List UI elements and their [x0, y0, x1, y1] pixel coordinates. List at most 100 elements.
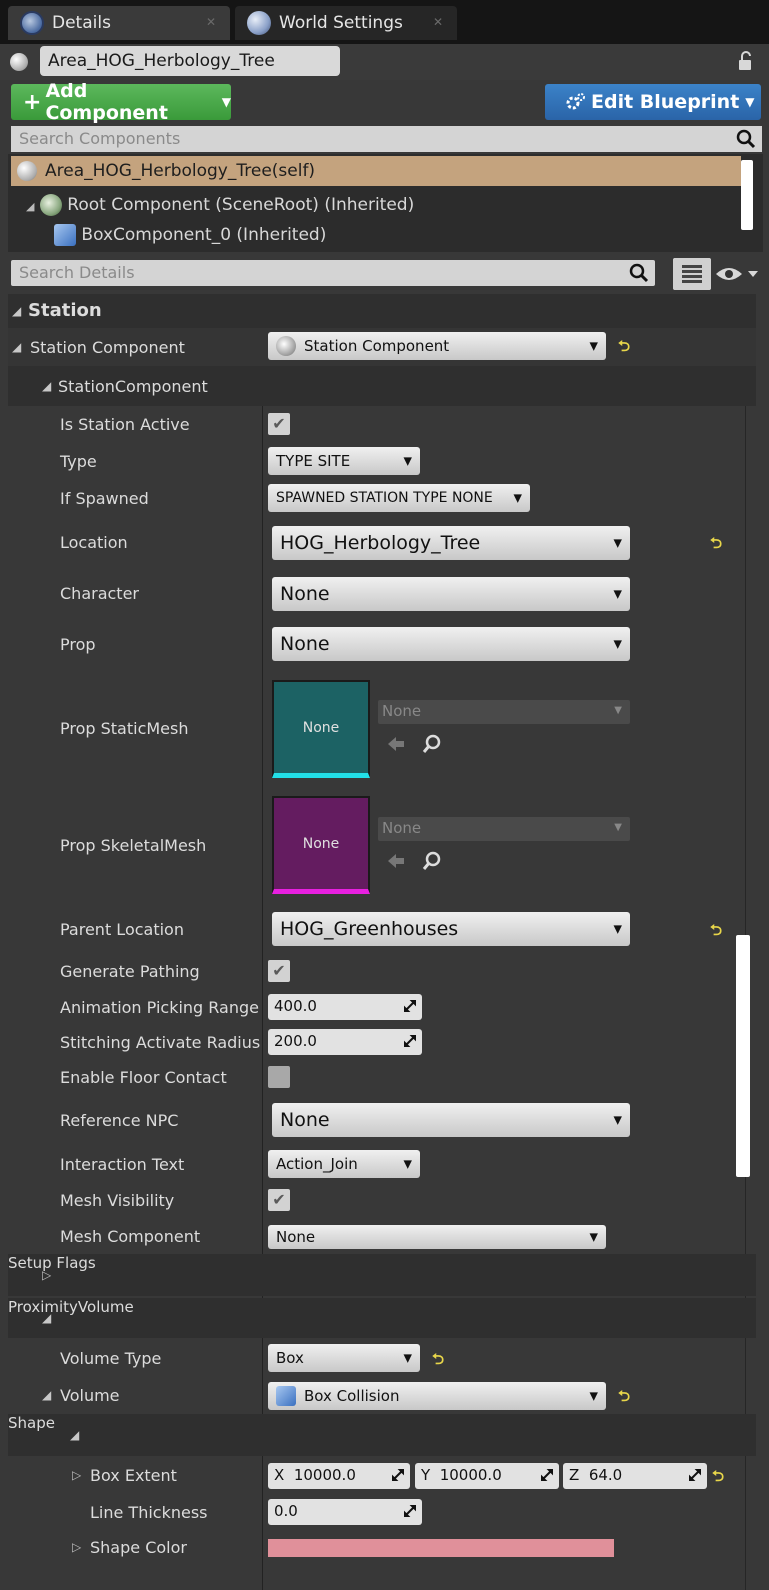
box-extent-x-value: 10000.0 [293, 1466, 356, 1484]
prop-combo[interactable]: None ▼ [272, 627, 630, 661]
skeletal-mesh-asset-combo[interactable]: None ▼ [378, 817, 630, 841]
category-proximity-volume[interactable]: ◢ ProximityVolume [8, 1298, 756, 1338]
close-icon[interactable]: ✕ [433, 16, 443, 28]
drag-handle-icon[interactable] [404, 1000, 416, 1012]
category-setup-flags[interactable]: ▷ Setup Flags [8, 1254, 756, 1296]
expand-arrow-icon[interactable]: ◢ [26, 200, 34, 213]
static-mesh-asset-combo[interactable]: None ▼ [378, 700, 630, 724]
category-station-sub[interactable]: ◢ StationComponent [8, 366, 756, 406]
chevron-down-icon: ▼ [403, 1351, 412, 1365]
search-details-input[interactable]: Search Details [11, 260, 655, 286]
components-tree: Area_HOG_Herbology_Tree(self) ◢ Root Com… [8, 154, 763, 252]
collapse-arrow-icon[interactable]: ◢ [70, 1428, 79, 1442]
animation-picking-range-value: 400.0 [274, 997, 317, 1015]
chevron-down-icon: ▼ [613, 587, 622, 601]
close-icon[interactable]: ✕ [206, 16, 216, 28]
browse-search-icon[interactable] [422, 734, 442, 754]
line-thickness-value: 0.0 [274, 1502, 298, 1520]
arrow-left-icon[interactable] [386, 734, 406, 754]
character-combo[interactable]: None ▼ [272, 577, 630, 611]
reset-to-default-icon[interactable]: ⮌ [710, 920, 722, 945]
property-matrix-icon[interactable] [673, 258, 711, 290]
reset-to-default-icon[interactable]: ⮌ [712, 1466, 724, 1491]
stitching-activate-radius-input[interactable]: 200.0 [268, 1029, 422, 1055]
interaction-text-combo[interactable]: Action_Join ▼ [268, 1150, 420, 1178]
drag-handle-icon[interactable] [689, 1469, 701, 1481]
interaction-text-label: Interaction Text [60, 1155, 185, 1174]
category-station-label: Station [28, 300, 102, 321]
tab-details[interactable]: Details ✕ [8, 6, 230, 40]
collapse-arrow-icon[interactable]: ◢ [12, 304, 21, 318]
volume-label: Volume [60, 1386, 120, 1405]
chevron-down-icon: ▼ [745, 95, 755, 109]
volume-combo[interactable]: Box Collision ▼ [268, 1382, 606, 1410]
if-spawned-combo[interactable]: SPAWNED STATION TYPE NONE ▼ [268, 484, 530, 512]
edit-blueprint-label: Edit Blueprint [591, 91, 740, 113]
drag-handle-icon[interactable] [392, 1469, 404, 1481]
reset-to-default-icon[interactable]: ⮌ [618, 336, 630, 361]
stitching-activate-radius-label: Stitching Activate Radius [60, 1033, 261, 1052]
collapse-arrow-icon[interactable]: ◢ [42, 1311, 51, 1325]
reset-to-default-icon[interactable]: ⮌ [710, 533, 722, 558]
shape-color-swatch[interactable] [268, 1539, 614, 1557]
drag-handle-icon[interactable] [541, 1469, 553, 1481]
mesh-component-combo[interactable]: None ▼ [268, 1225, 606, 1249]
drag-handle-icon[interactable] [404, 1035, 416, 1047]
arrow-left-icon[interactable] [386, 851, 406, 871]
box-extent-x-input[interactable]: X 10000.0 [268, 1463, 410, 1489]
expand-arrow-icon[interactable]: ▷ [42, 1268, 51, 1282]
animation-picking-range-input[interactable]: 400.0 [268, 994, 422, 1020]
type-value: TYPE SITE [276, 452, 351, 470]
is-station-active-label: Is Station Active [60, 415, 190, 434]
category-station[interactable]: ◢ Station [8, 294, 756, 328]
skeletal-mesh-thumb-label: None [302, 835, 340, 852]
generate-pathing-checkbox[interactable]: ✔ [268, 960, 290, 982]
prop-skeletal-mesh-label: Prop SkeletalMesh [60, 836, 207, 855]
station-component-combo[interactable]: Station Component ▼ [268, 332, 606, 360]
tree-item-root[interactable]: ◢ Root Component (SceneRoot) (Inherited) [26, 194, 414, 216]
is-station-active-checkbox[interactable]: ✔ [268, 413, 290, 435]
drag-handle-icon[interactable] [404, 1505, 416, 1517]
type-combo[interactable]: TYPE SITE ▼ [268, 447, 420, 475]
box-extent-z-input[interactable]: Z 64.0 [563, 1463, 707, 1489]
category-shape[interactable]: ◢ Shape [8, 1414, 756, 1456]
type-label: Type [60, 452, 97, 471]
reset-to-default-icon[interactable]: ⮌ [432, 1349, 444, 1374]
tab-world-settings[interactable]: World Settings ✕ [235, 6, 457, 40]
collapse-arrow-icon[interactable]: ◢ [42, 379, 51, 393]
eye-icon[interactable] [714, 262, 760, 286]
actor-name-field[interactable]: Area_HOG_Herbology_Tree [40, 46, 340, 76]
mesh-visibility-checkbox[interactable]: ✔ [268, 1189, 290, 1211]
tab-bar: Details ✕ World Settings ✕ [0, 0, 769, 44]
lock-icon[interactable] [737, 50, 755, 72]
tree-scrollbar[interactable] [741, 160, 753, 230]
collapse-arrow-icon[interactable]: ◢ [42, 1388, 51, 1402]
static-mesh-thumbnail[interactable]: None [272, 680, 370, 778]
tree-item-self[interactable]: Area_HOG_Herbology_Tree(self) [11, 156, 741, 186]
skeletal-mesh-thumbnail[interactable]: None [272, 796, 370, 894]
parent-location-combo[interactable]: HOG_Greenhouses ▼ [272, 912, 630, 946]
tree-item-box[interactable]: BoxComponent_0 (Inherited) [54, 224, 326, 246]
reference-npc-combo[interactable]: None ▼ [272, 1103, 630, 1137]
location-combo[interactable]: HOG_Herbology_Tree ▼ [272, 526, 630, 560]
proximity-volume-label: ProximityVolume [8, 1298, 134, 1316]
enable-floor-contact-checkbox[interactable] [268, 1066, 290, 1088]
chevron-down-icon: ▼ [589, 1230, 598, 1244]
station-component-value: Station Component [304, 337, 450, 355]
expand-arrow-icon[interactable]: ▷ [72, 1540, 81, 1554]
chevron-down-icon: ▼ [614, 705, 622, 716]
edit-blueprint-button[interactable]: Edit Blueprint ▼ [545, 84, 761, 120]
reset-to-default-icon[interactable]: ⮌ [618, 1386, 630, 1411]
expand-arrow-icon[interactable]: ▷ [72, 1468, 81, 1482]
browse-search-icon[interactable] [422, 851, 442, 871]
volume-type-combo[interactable]: Box ▼ [268, 1344, 420, 1372]
search-components-input[interactable]: Search Components [11, 126, 762, 152]
tree-item-root-label: Root Component (SceneRoot) (Inherited) [67, 195, 415, 215]
actor-sphere-icon [10, 53, 28, 71]
box-extent-y-input[interactable]: Y 10000.0 [415, 1463, 559, 1489]
prop-static-mesh-label: Prop StaticMesh [60, 719, 189, 738]
add-component-button[interactable]: + Add Component ▼ [11, 80, 231, 124]
line-thickness-input[interactable]: 0.0 [268, 1499, 422, 1525]
details-scrollbar[interactable] [736, 935, 750, 1177]
collapse-arrow-icon[interactable]: ◢ [12, 340, 21, 354]
